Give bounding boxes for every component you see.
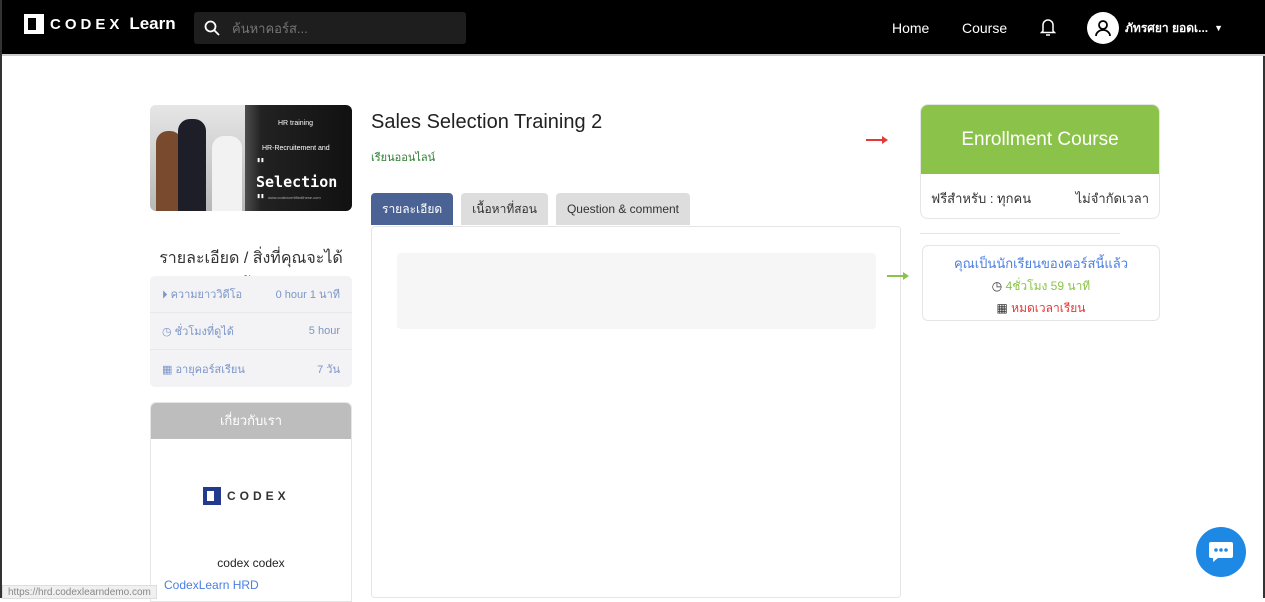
clock-icon: ◷ bbox=[991, 279, 1006, 293]
tab-question-comment[interactable]: Question & comment bbox=[555, 193, 691, 225]
stat-value: 5 hour bbox=[308, 325, 340, 337]
stat-label: ◷ ชั่วโมงที่ดูได้ bbox=[162, 326, 234, 338]
thumbnail-person bbox=[178, 119, 206, 211]
chat-icon bbox=[1209, 542, 1233, 562]
time-left-text: 4ชั่วโมง 59 นาที bbox=[1005, 279, 1091, 293]
logo-mark-icon bbox=[203, 487, 221, 505]
stat-value: 0 hour 1 นาที bbox=[275, 289, 340, 301]
thumbnail-text: HR-Recruitement and bbox=[262, 145, 330, 152]
thumbnail-text: HR training bbox=[278, 120, 314, 127]
nav-course-link[interactable]: Course bbox=[962, 20, 1007, 36]
logo-text: CODEX bbox=[227, 489, 290, 503]
arrow-indicator bbox=[866, 136, 888, 144]
thumbnail-text: " Selection " bbox=[256, 155, 338, 209]
codex-logo: CODEX bbox=[203, 487, 290, 505]
enrolled-text: คุณเป็นนักเรียนของคอร์สนี้แล้ว bbox=[953, 256, 1129, 271]
nav-home-link[interactable]: Home bbox=[892, 20, 929, 36]
course-title: Sales Selection Training 2 bbox=[371, 111, 603, 133]
duration-text: ไม่จำกัดเวลา bbox=[1075, 191, 1149, 206]
search-box bbox=[194, 12, 466, 44]
time-left: ◷ 4ชั่วโมง 59 นาที bbox=[923, 277, 1159, 296]
logo-text: CODEX bbox=[50, 15, 124, 33]
course-thumbnail: HR training HR-Recruitement and " Select… bbox=[150, 105, 352, 211]
course-type: เรียนออนไลน์ bbox=[371, 152, 436, 164]
expired-text: หมดเวลาเรียน bbox=[1011, 301, 1086, 315]
stat-hours: ◷ ชั่วโมงที่ดูได้ 5 hour bbox=[150, 313, 352, 350]
enrollment-course-button[interactable]: Enrollment Course bbox=[921, 105, 1159, 174]
enroll-card: Enrollment Course ฟรีสำหรับ : ทุกคน ไม่จำ… bbox=[920, 104, 1160, 219]
logo-mark-icon bbox=[24, 14, 44, 34]
avatar bbox=[1087, 12, 1119, 44]
stat-label-text: อายุคอร์สเรียน bbox=[175, 363, 245, 376]
tab-panel bbox=[371, 226, 901, 598]
stat-label: ▦ อายุคอร์สเรียน bbox=[162, 363, 245, 376]
enroll-info: ฟรีสำหรับ : ทุกคน ไม่จำกัดเวลา bbox=[921, 174, 1159, 218]
divider bbox=[920, 233, 1120, 234]
caret-down-icon: ▼ bbox=[1214, 23, 1224, 33]
stat-label: ⏵ ความยาววิดีโอ bbox=[162, 289, 243, 301]
about-us-card: เกี่ยวกับเรา CODEX codex codex CodexLear… bbox=[150, 402, 352, 602]
user-name: ภัทรศยา ยอดเ... bbox=[1125, 20, 1209, 35]
about-us-header: เกี่ยวกับเรา bbox=[151, 403, 351, 439]
tab-details[interactable]: รายละเอียด bbox=[371, 193, 454, 225]
status-bar-url: https://hrd.codexlearndemo.com bbox=[2, 585, 157, 599]
expired-status: ▦ หมดเวลาเรียน bbox=[923, 299, 1159, 318]
stat-video-length: ⏵ ความยาววิดีโอ 0 hour 1 นาที bbox=[150, 276, 352, 313]
tab-content[interactable]: เนื้อหาที่สอน bbox=[461, 193, 548, 225]
stat-value: 7 วัน bbox=[317, 363, 340, 376]
user-menu[interactable]: ภัทรศยา ยอดเ... ▼ bbox=[1087, 12, 1223, 44]
stat-label-text: ชั่วโมงที่ดูได้ bbox=[174, 326, 234, 338]
search-icon bbox=[204, 20, 220, 36]
about-link[interactable]: CodexLearn HRD bbox=[164, 578, 259, 592]
arrow-indicator bbox=[887, 272, 909, 280]
about-name: codex codex bbox=[217, 556, 285, 570]
calendar-icon: ▦ bbox=[996, 301, 1012, 315]
codex-learn-logo[interactable]: CODEX Learn bbox=[24, 14, 176, 34]
thumbnail-text: www.codexcertifiedthese.com bbox=[268, 195, 321, 200]
course-stats: ⏵ ความยาววิดีโอ 0 hour 1 นาที ◷ ชั่วโมงที… bbox=[150, 276, 352, 387]
course-tabs: รายละเอียด เนื้อหาที่สอน Question & comm… bbox=[371, 193, 691, 225]
stat-label-text: ความยาววิดีโอ bbox=[170, 289, 243, 301]
description-placeholder bbox=[397, 253, 876, 329]
user-icon bbox=[1095, 20, 1111, 37]
enrollment-status-card: คุณเป็นนักเรียนของคอร์สนี้แล้ว ◷ 4ชั่วโม… bbox=[922, 245, 1160, 321]
thumbnail-person bbox=[212, 136, 242, 211]
free-for-text: ฟรีสำหรับ : ทุกคน bbox=[931, 191, 1032, 206]
logo-suffix: Learn bbox=[129, 14, 176, 33]
top-navbar: CODEX Learn Home Course ภัทรศยา ยอดเ... ▼ bbox=[2, 0, 1265, 56]
search-input[interactable] bbox=[232, 20, 432, 36]
chat-button[interactable] bbox=[1196, 527, 1246, 577]
bell-icon[interactable] bbox=[1040, 18, 1056, 36]
stat-course-age: ▦ อายุคอร์สเรียน 7 วัน bbox=[150, 350, 352, 387]
